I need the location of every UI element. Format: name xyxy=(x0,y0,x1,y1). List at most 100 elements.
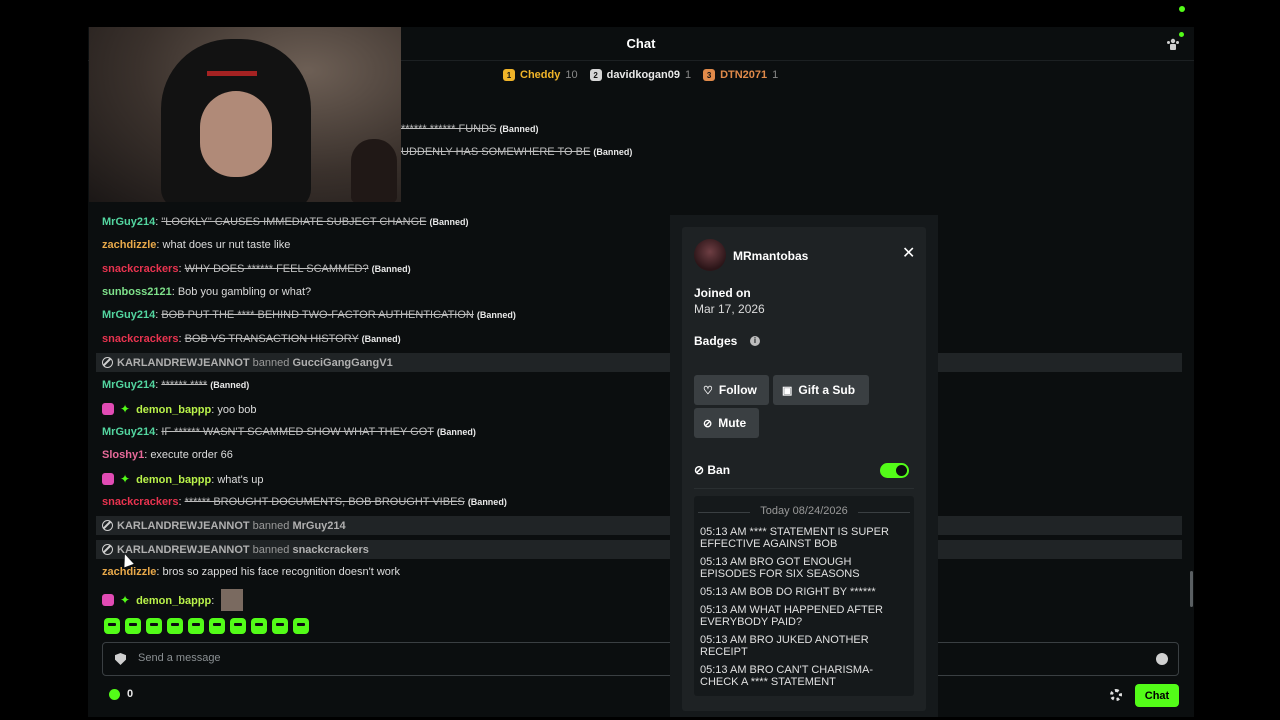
follow-button[interactable]: ♡ Follow xyxy=(694,375,769,405)
separator: : xyxy=(171,286,175,298)
history-item: 05:13 AM BRO GOT ENOUGH EPISODES FOR SIX… xyxy=(700,556,860,580)
joined-label: Joined on xyxy=(694,286,751,300)
separator: : xyxy=(178,333,182,345)
chat-username[interactable]: snackcrackers xyxy=(102,333,178,345)
chat-username[interactable]: Sloshy1 xyxy=(102,449,144,461)
message-text: BOB PUT THE **** BEHIND TWO-FACTOR AUTHE… xyxy=(161,309,474,321)
banned-tag: (Banned) xyxy=(593,147,633,157)
rank-badge: 3 xyxy=(703,69,716,81)
chat-username[interactable]: sunboss2121 xyxy=(102,286,172,298)
chat-username[interactable]: zachdizzle xyxy=(102,239,156,251)
banned-tag: (Banned) xyxy=(499,124,539,134)
message-text: IF ****** WASN'T SCAMMED SHOW WHAT THEY … xyxy=(161,426,434,438)
emote-icon[interactable] xyxy=(272,618,288,634)
user-card: MRmantobas ✕ Joined on Mar 17, 2026 Badg… xyxy=(670,215,938,717)
leaderboard-name: DTN2071 xyxy=(720,69,768,81)
chat-message: sunboss2121: Bob you gambling or what? xyxy=(102,285,311,299)
emote-icon[interactable] xyxy=(167,618,183,634)
chat-username[interactable]: demon_bappp xyxy=(136,595,211,607)
chat-message: ✦ demon_bappp: xyxy=(102,589,244,611)
moderator-name[interactable]: KARLANDREWJEANNOT xyxy=(117,520,250,532)
chat-username[interactable]: snackcrackers xyxy=(102,263,178,275)
ban-icon xyxy=(102,357,113,368)
chat-message: MrGuy214: BOB PUT THE **** BEHIND TWO-FA… xyxy=(102,308,516,322)
leaderboard-item[interactable]: 3 DTN2071 1 xyxy=(703,69,778,81)
separator: : xyxy=(155,216,159,228)
separator: : xyxy=(156,566,160,578)
history-date: Today 08/24/2026 xyxy=(694,505,914,517)
ban-verb: banned xyxy=(252,543,290,556)
chat-username[interactable]: demon_bappp xyxy=(136,404,211,416)
history-item: 05:13 AM BRO JUKED ANOTHER RECEIPT xyxy=(700,634,869,658)
separator: : xyxy=(211,404,215,416)
chat-username[interactable]: MrGuy214 xyxy=(102,379,155,391)
chat-message: MrGuy214: ****** **** (Banned) xyxy=(102,378,249,392)
separator: : xyxy=(211,595,215,607)
send-chat-button[interactable]: Chat xyxy=(1135,684,1179,707)
message-text: bros so zapped his face recognition does… xyxy=(162,566,401,578)
message-text: yoo bob xyxy=(217,404,257,416)
banned-tag: (Banned) xyxy=(436,427,476,437)
banned-user[interactable]: snackcrackers xyxy=(292,544,368,556)
banned-user[interactable]: MrGuy214 xyxy=(292,520,345,532)
ban-icon xyxy=(102,520,113,531)
leaderboard-count: 1 xyxy=(684,69,692,81)
subscriber-badge-icon xyxy=(102,594,114,606)
leaderboard-item[interactable]: 2 davidkogan09 1 xyxy=(589,69,692,81)
chat-message: zachdizzle: bros so zapped his face reco… xyxy=(102,565,400,579)
message-text: ****** ****** FUNDS xyxy=(401,123,497,135)
message-text: WHY DOES ****** FEEL SCAMMED? xyxy=(184,263,369,275)
history-item: 05:13 AM BRO CAN'T CHARISMA-CHECK A ****… xyxy=(700,664,874,688)
emote-icon[interactable] xyxy=(251,618,267,634)
banned-tag: (Banned) xyxy=(467,497,507,507)
mute-button[interactable]: ⊘ Mute xyxy=(694,408,759,438)
ban-toggle[interactable] xyxy=(880,463,909,478)
message-input[interactable]: Send a message xyxy=(102,642,1179,676)
banned-tag: (Banned) xyxy=(361,334,401,344)
chat-message: ****** ****** FUNDS (Banned) xyxy=(401,122,538,136)
close-icon[interactable]: ✕ xyxy=(902,243,915,263)
history-item: 05:13 AM WHAT HAPPENED AFTER EVERYBODY P… xyxy=(700,604,883,628)
leaderboard-item[interactable]: 1 Cheddy 10 xyxy=(503,69,578,81)
gift-sub-button[interactable]: ▣ Gift a Sub xyxy=(773,375,869,405)
mute-icon: ⊘ xyxy=(703,417,713,430)
message-text: "LOCKLY" CAUSES IMMEDIATE SUBJECT CHANGE xyxy=(161,216,427,228)
chat-username[interactable]: demon_bappp xyxy=(136,474,211,486)
info-icon[interactable]: i xyxy=(750,336,760,346)
users-notification-dot xyxy=(1179,32,1184,37)
chat-username[interactable]: MrGuy214 xyxy=(102,216,155,228)
moderator-name[interactable]: KARLANDREWJEANNOT xyxy=(117,357,250,369)
emote-icon[interactable] xyxy=(293,618,309,634)
chat-message: ✦ demon_bappp: what's up xyxy=(102,472,264,487)
gear-icon[interactable] xyxy=(1110,689,1122,701)
chat-username[interactable]: zachdizzle xyxy=(102,566,156,578)
emote-icon[interactable] xyxy=(146,618,162,634)
banned-tag: (Banned) xyxy=(371,264,411,274)
leaderboard-count: 1 xyxy=(772,69,779,81)
chat-message: MrGuy214: "LOCKLY" CAUSES IMMEDIATE SUBJ… xyxy=(102,215,469,229)
banned-user[interactable]: GucciGangGangV1 xyxy=(292,357,392,369)
emote-icon[interactable] xyxy=(230,618,246,634)
moderator-name[interactable]: KARLANDREWJEANNOT xyxy=(117,544,250,556)
user-card-username[interactable]: MRmantobas xyxy=(733,249,808,263)
banned-tag: (Banned) xyxy=(210,380,250,390)
emote-icon[interactable] xyxy=(209,618,225,634)
chat-username[interactable]: snackcrackers xyxy=(102,496,178,508)
emote-icon[interactable] xyxy=(104,618,120,634)
chat-title: Chat xyxy=(626,36,656,51)
users-icon[interactable] xyxy=(1166,32,1184,51)
emote-icon[interactable] xyxy=(125,618,141,634)
divider xyxy=(694,488,914,489)
emote-icon[interactable] xyxy=(188,618,204,634)
chat-scrollbar[interactable] xyxy=(1190,571,1193,607)
history-item: 05:13 AM BOB DO RIGHT BY ****** xyxy=(700,586,876,598)
separator: : xyxy=(155,309,159,321)
chat-username[interactable]: MrGuy214 xyxy=(102,309,155,321)
channel-points[interactable]: 0 xyxy=(109,688,133,700)
separator: : xyxy=(178,263,182,275)
chat-username[interactable]: MrGuy214 xyxy=(102,426,155,438)
emoji-picker-icon[interactable] xyxy=(1156,653,1168,665)
message-text: execute order 66 xyxy=(150,449,233,461)
shield-icon xyxy=(115,653,126,665)
message-text: what does ur nut taste like xyxy=(162,239,291,251)
